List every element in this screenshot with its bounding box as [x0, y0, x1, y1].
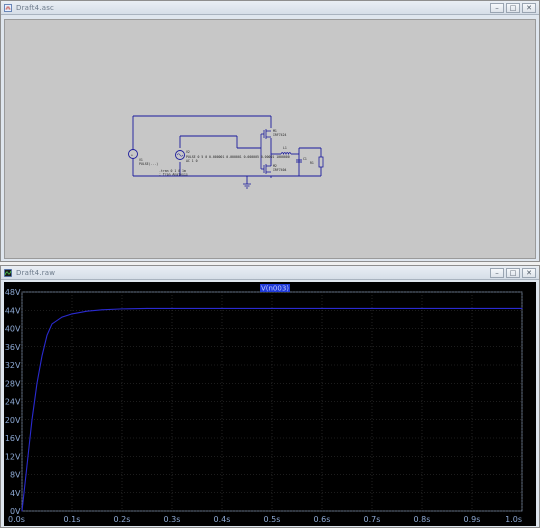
m1-model: IRF7424	[273, 133, 287, 137]
data-point	[471, 307, 473, 309]
trace-label-group[interactable]: V(n003)	[260, 284, 290, 293]
l1-inductor-icon	[280, 152, 292, 156]
x-tick-label: 0.5s	[264, 515, 281, 524]
y-tick-label: 28V	[5, 379, 21, 388]
c1-label: C1	[303, 157, 307, 161]
data-point	[371, 307, 373, 309]
schematic-window: Draft4.asc – □ ✕ + V1 PULSE(...) V2 PULS…	[0, 0, 540, 262]
v2-label: V2	[186, 150, 190, 154]
data-point	[121, 308, 123, 310]
x-tick-label: 0.9s	[464, 515, 481, 524]
x-tick-label: 0.1s	[64, 515, 81, 524]
m1-mosfet-icon	[260, 129, 271, 148]
x-tick-label: 0.3s	[164, 515, 181, 524]
data-point	[221, 307, 223, 309]
close-button[interactable]: ✕	[522, 2, 536, 13]
data-point	[86, 310, 88, 312]
ground-icon	[243, 183, 251, 189]
close-button[interactable]: ✕	[522, 267, 536, 278]
y-tick-label: 12V	[5, 452, 21, 461]
waveform-titlebar[interactable]: Draft4.raw – □ ✕	[1, 266, 539, 280]
schematic-app-icon	[4, 3, 12, 12]
r1-resistor-icon	[318, 156, 324, 168]
circuit-diagram: + V1 PULSE(...) V2 PULSE 0 5 0 0.000001 …	[128, 115, 324, 189]
m2-model: IRF7404	[273, 168, 287, 172]
x-tick-label: 0.6s	[314, 515, 331, 524]
r1-label: R1	[310, 161, 314, 165]
schematic-titlebar[interactable]: Draft4.asc – □ ✕	[1, 1, 539, 15]
schematic-canvas[interactable]: + V1 PULSE(...) V2 PULSE 0 5 0 0.000001 …	[4, 19, 536, 259]
sim-command-2: ; Tran Analysis	[159, 173, 188, 177]
x-tick-label: 0.2s	[114, 515, 131, 524]
x-tick-label: 0.4s	[214, 515, 231, 524]
restore-button[interactable]: □	[506, 2, 520, 13]
data-point	[421, 307, 423, 309]
waveform-window: Draft4.raw – □ ✕ 0V 4V 8V 12V 16V 20V 24V 28V 32…	[0, 265, 540, 528]
waveform-plot-area[interactable]: 0V 4V 8V 12V 16V 20V 24V 28V 32V 36V 40V 44V 48V 0.0…	[4, 282, 536, 526]
data-point	[21, 510, 23, 512]
data-point	[101, 309, 103, 311]
y-tick-label: 16V	[5, 434, 21, 443]
minimize-button[interactable]: –	[490, 2, 504, 13]
trace-label[interactable]: V(n003)	[261, 285, 289, 293]
y-tick-label: 32V	[5, 361, 21, 370]
svg-text:+: +	[131, 153, 133, 157]
data-point	[41, 355, 43, 357]
schematic-title: Draft4.asc	[16, 3, 55, 12]
y-tick-label: 40V	[5, 325, 21, 334]
y-tick-label: 48V	[5, 288, 21, 297]
data-point	[146, 307, 148, 309]
m2-mosfet-icon	[260, 148, 271, 174]
data-point	[171, 307, 173, 309]
l1-label: L1	[283, 146, 287, 150]
y-tick-label: 8V	[10, 471, 21, 480]
data-point	[321, 307, 323, 309]
x-tick-label: 1.0s	[505, 515, 522, 524]
y-tick-label: 20V	[5, 416, 21, 425]
data-point	[31, 419, 33, 421]
v2-extra: AC 1 0	[186, 159, 198, 163]
waveform-chart: 0V4V8V12V16V20V24V28V32V36V40V44V48V 0.0…	[5, 284, 523, 524]
v1-source-icon	[128, 149, 138, 159]
v1-value: PULSE(...)	[139, 162, 158, 166]
data-point	[51, 323, 53, 325]
data-point	[26, 464, 28, 466]
x-tick-label: 0.8s	[414, 515, 431, 524]
waveform-app-icon	[4, 268, 12, 277]
data-point	[36, 382, 38, 384]
data-point	[71, 313, 73, 315]
y-tick-label: 36V	[5, 343, 21, 352]
y-tick-label: 24V	[5, 398, 21, 407]
data-point	[61, 316, 63, 318]
data-point	[271, 307, 273, 309]
y-tick-label: 4V	[10, 489, 21, 498]
x-tick-label: 0.7s	[364, 515, 381, 524]
data-point	[521, 307, 523, 309]
x-tick-label: 0.0s	[8, 515, 25, 524]
v2-value: PULSE 0 5 0 0.000001 0.000001 0.000005 0…	[186, 155, 290, 159]
minimize-button[interactable]: –	[490, 267, 504, 278]
data-point	[46, 334, 48, 336]
restore-button[interactable]: □	[506, 267, 520, 278]
y-tick-label: 44V	[5, 306, 21, 315]
waveform-title: Draft4.raw	[16, 268, 56, 277]
